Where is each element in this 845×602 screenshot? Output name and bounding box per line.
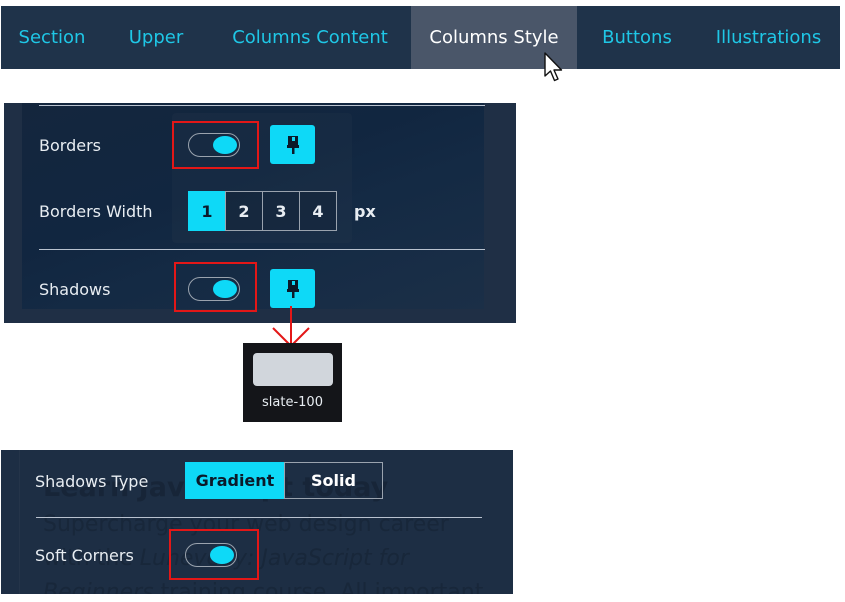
borders-label: Borders [39,136,101,155]
tab-illustrations[interactable]: Illustrations [697,6,840,69]
tab-bar: Section Upper Columns Content Columns St… [1,6,840,69]
divider [39,249,485,250]
tab-columns-content[interactable]: Columns Content [209,6,411,69]
tab-upper[interactable]: Upper [103,6,209,69]
columns-style-panel-upper: Borders Borders Width 1 2 3 4 px Shadows [4,103,516,323]
tab-section[interactable]: Section [1,6,103,69]
highlight-box [169,529,259,580]
highlight-box [174,262,257,312]
shadows-type-label: Shadows Type [35,472,149,491]
borders-width-label: Borders Width [39,202,153,221]
shadows-type-solid[interactable]: Solid [284,462,383,499]
color-swatch [253,353,333,386]
divider [36,517,482,518]
paint-brush-icon [286,279,299,298]
shadows-label: Shadows [39,280,111,299]
borders-width-option-1[interactable]: 1 [188,191,226,231]
preview-text: training course. All important [153,580,484,594]
columns-style-panel-lower: Learn JavaScript today Supercharge your … [1,450,513,594]
shadows-type-selector: Gradient Solid [185,462,383,499]
mouse-cursor-icon [544,52,563,82]
borders-width-option-2[interactable]: 2 [225,191,263,231]
paint-brush-icon [286,135,299,154]
highlight-box [172,121,259,169]
divider [39,105,485,106]
borders-width-unit: px [354,202,376,221]
color-swatch-label: slate-100 [262,395,323,410]
panel-edge [19,450,20,594]
borders-width-option-4[interactable]: 4 [299,191,337,231]
tab-buttons[interactable]: Buttons [577,6,697,69]
shadows-type-gradient[interactable]: Gradient [185,462,285,499]
borders-color-button[interactable] [270,125,315,164]
color-swatch-tooltip: slate-100 [243,343,342,422]
shadows-color-button[interactable] [270,269,315,308]
preview-text-line: Beginners training course. All important [43,580,483,594]
preview-text-italic: Beginners [43,580,154,594]
soft-corners-label: Soft Corners [35,546,134,565]
borders-width-option-3[interactable]: 3 [262,191,300,231]
borders-width-selector: 1 2 3 4 [188,191,337,231]
